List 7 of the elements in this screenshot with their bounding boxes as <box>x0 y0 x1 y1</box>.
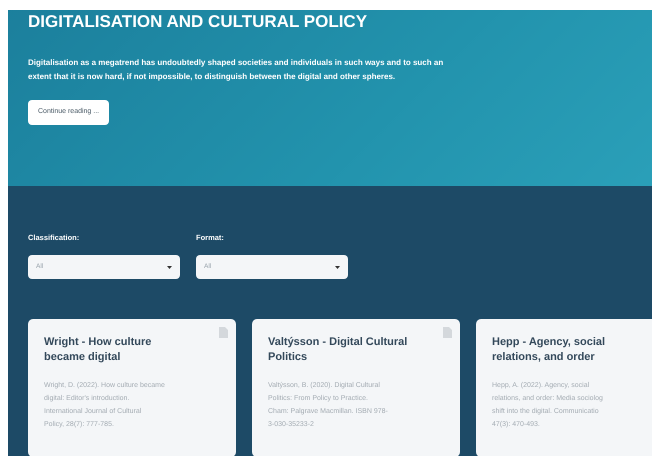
card-title: Hepp - Agency, social relations, and order <box>492 335 606 366</box>
intro-text: Digitalisation as a megatrend has undoubtedly shaped societies and individuals in such ways and to such an extent that it is now hard, if not impossible, to distinguish between the digital and other spheres. <box>28 57 444 83</box>
card-title: Valtýsson - Digital Cultural Politics <box>268 335 408 366</box>
card-title: Wright - How culture became digital <box>44 335 152 366</box>
page-title: DIGITALISATION AND CULTURAL POLICY <box>28 12 368 32</box>
caret-icon <box>167 266 172 269</box>
caret-icon <box>335 266 340 269</box>
